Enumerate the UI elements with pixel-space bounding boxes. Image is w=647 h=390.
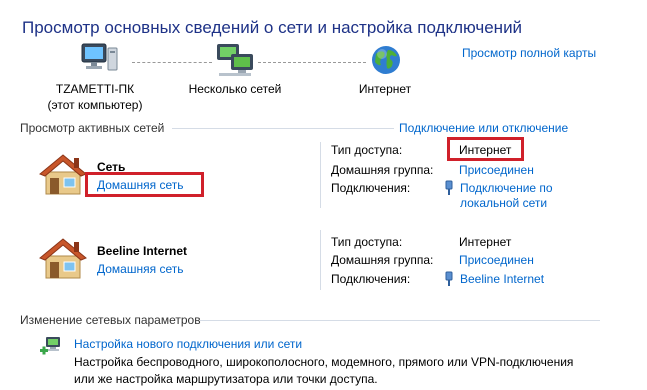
home-network-icon — [38, 152, 88, 196]
computer-name: TZAMETTI-ПК — [55, 82, 135, 96]
highlight-box-internet — [447, 137, 524, 161]
ethernet-connection-icon — [443, 180, 455, 196]
network-2-type-link[interactable]: Домашняя сеть — [97, 262, 183, 276]
internet-globe-icon — [370, 44, 402, 76]
change-settings-title: Изменение сетевых параметров — [20, 313, 201, 327]
new-connection-icon — [40, 334, 64, 358]
internet-label: Интернет — [358, 82, 412, 96]
network-2-homegroup-link[interactable]: Присоединен — [459, 253, 534, 267]
network-2-homegroup-label: Домашняя группа: — [331, 253, 434, 267]
multiple-networks-icon — [213, 42, 257, 78]
connection-icon-2 — [443, 271, 455, 287]
multiple-networks-label: Несколько сетей — [188, 82, 282, 96]
network-1-connection-link-line2[interactable]: локальной сети — [460, 196, 547, 210]
network-1-separator — [320, 142, 321, 208]
active-networks-title: Просмотр активных сетей — [20, 121, 165, 135]
page-title: Просмотр основных сведений о сети и наст… — [22, 18, 523, 37]
map-line-2 — [258, 62, 366, 63]
computer-icon — [80, 42, 120, 78]
network-2-connection-link[interactable]: Beeline Internet — [460, 272, 544, 286]
network-2-access-label: Тип доступа: — [331, 235, 403, 249]
network-1-connection-link-line1[interactable]: Подключение по — [460, 181, 553, 195]
new-connection-desc-2: или же настройка маршрутизатора или точк… — [74, 372, 378, 386]
new-connection-desc-1: Настройка беспроводного, широкополосного… — [74, 355, 574, 369]
network-1-homegroup-link[interactable]: Присоединен — [459, 163, 534, 177]
network-1-access-label: Тип доступа: — [331, 143, 403, 157]
network-2-separator — [320, 230, 321, 290]
network-2-connections-label: Подключения: — [331, 272, 411, 286]
map-line-1 — [132, 62, 212, 63]
network-1-connections-label: Подключения: — [331, 181, 411, 195]
home-network-icon-2 — [38, 236, 88, 280]
full-map-link[interactable]: Просмотр полной карты — [462, 46, 596, 60]
network-2-name: Beeline Internet — [97, 244, 188, 258]
connect-disconnect-link[interactable]: Подключение или отключение — [399, 121, 568, 135]
network-1-homegroup-label: Домашняя группа: — [331, 163, 434, 177]
network-2-access-value: Интернет — [459, 235, 512, 249]
computer-sub: (этот компьютер) — [47, 98, 143, 112]
highlight-box-home-network — [85, 172, 204, 197]
change-settings-divider — [200, 320, 600, 321]
active-networks-divider-left — [172, 128, 394, 129]
new-connection-link[interactable]: Настройка нового подключения или сети — [74, 337, 302, 351]
